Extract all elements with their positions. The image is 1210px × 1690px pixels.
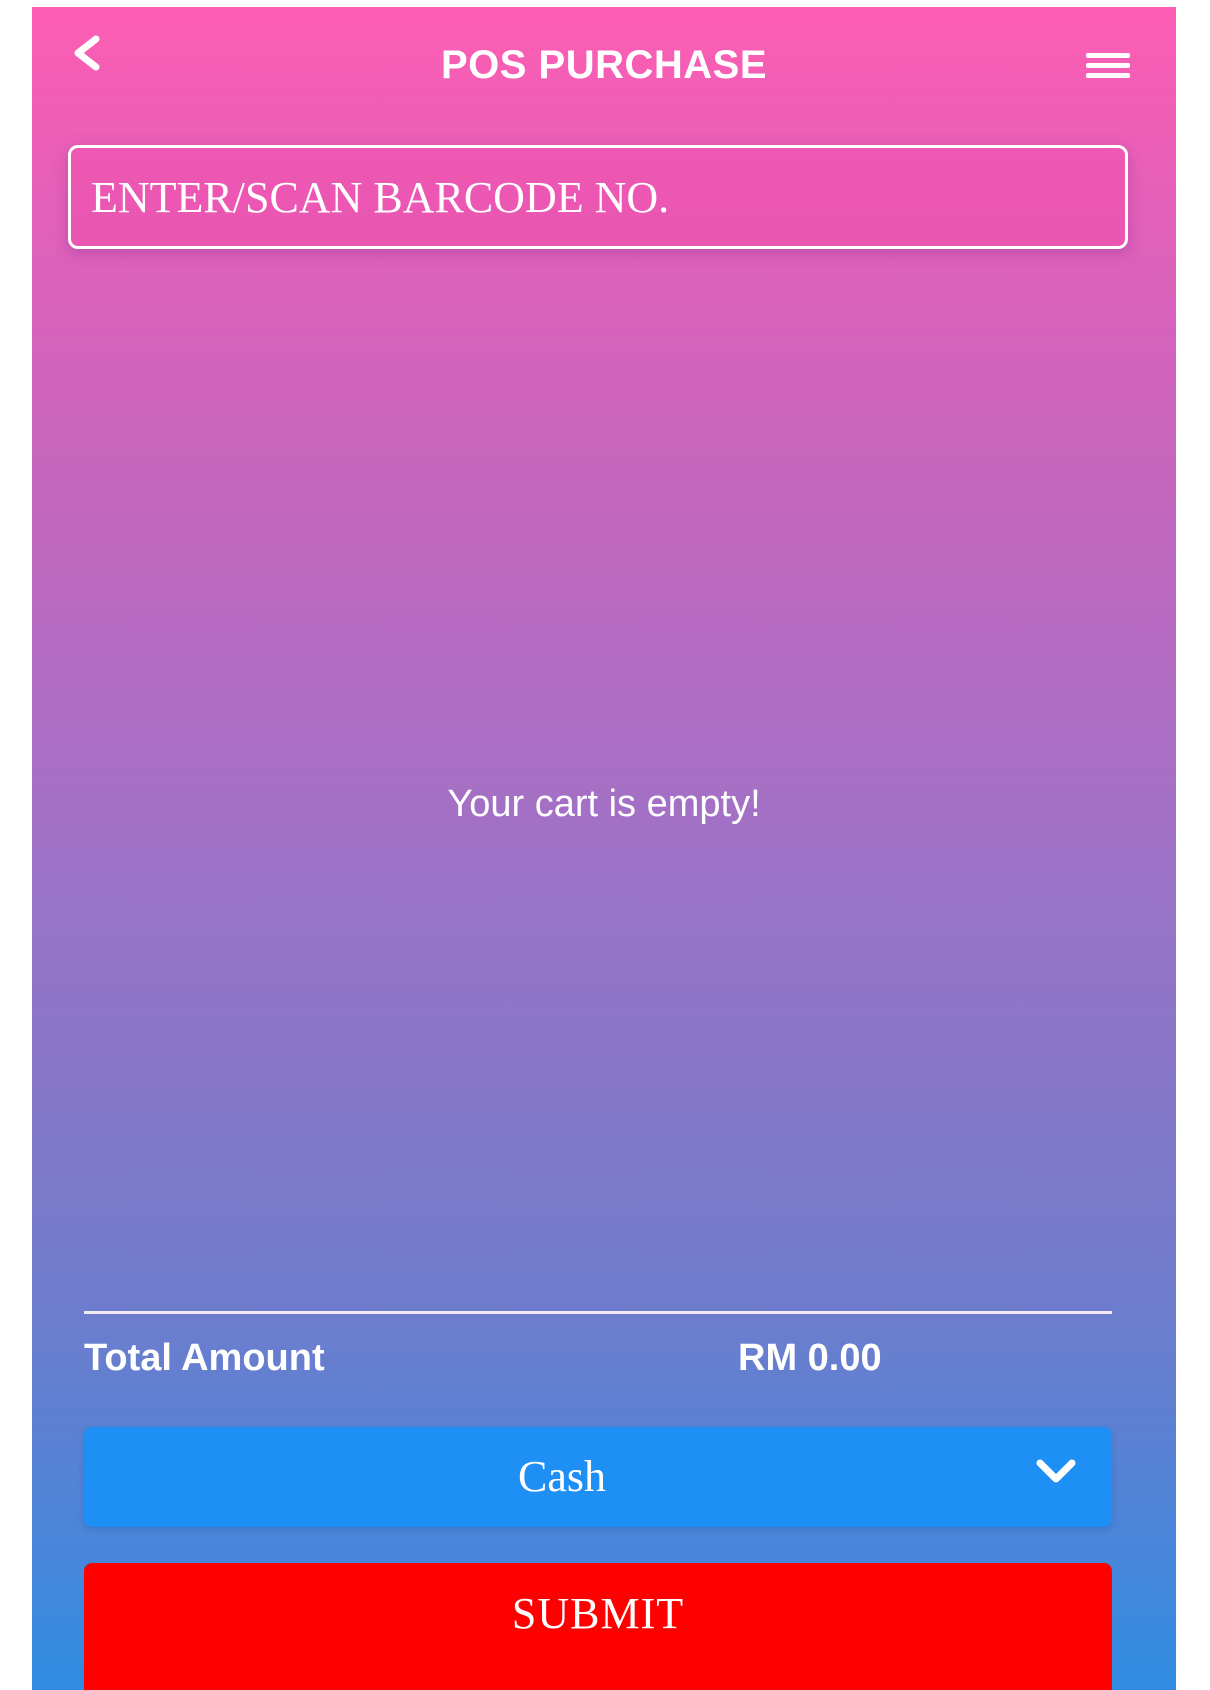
total-amount-label: Total Amount xyxy=(84,1337,325,1379)
total-amount-value: RM 0.00 xyxy=(738,1337,882,1379)
payment-method-select[interactable]: Cash xyxy=(84,1427,1112,1527)
menu-icon[interactable] xyxy=(1084,47,1132,87)
hamburger-menu-icon xyxy=(1086,53,1130,78)
page-title: POS PURCHASE xyxy=(440,43,768,87)
summary-divider xyxy=(84,1311,1112,1314)
chevron-down-icon xyxy=(1034,1457,1078,1487)
empty-cart-message: Your cart is empty! xyxy=(447,783,761,825)
barcode-input[interactable] xyxy=(68,145,1128,249)
pos-purchase-screen: POS PURCHASE Your cart is empty! Total A… xyxy=(32,7,1176,1690)
payment-method-value: Cash xyxy=(518,1452,606,1501)
submit-button[interactable]: SUBMIT xyxy=(84,1563,1112,1690)
